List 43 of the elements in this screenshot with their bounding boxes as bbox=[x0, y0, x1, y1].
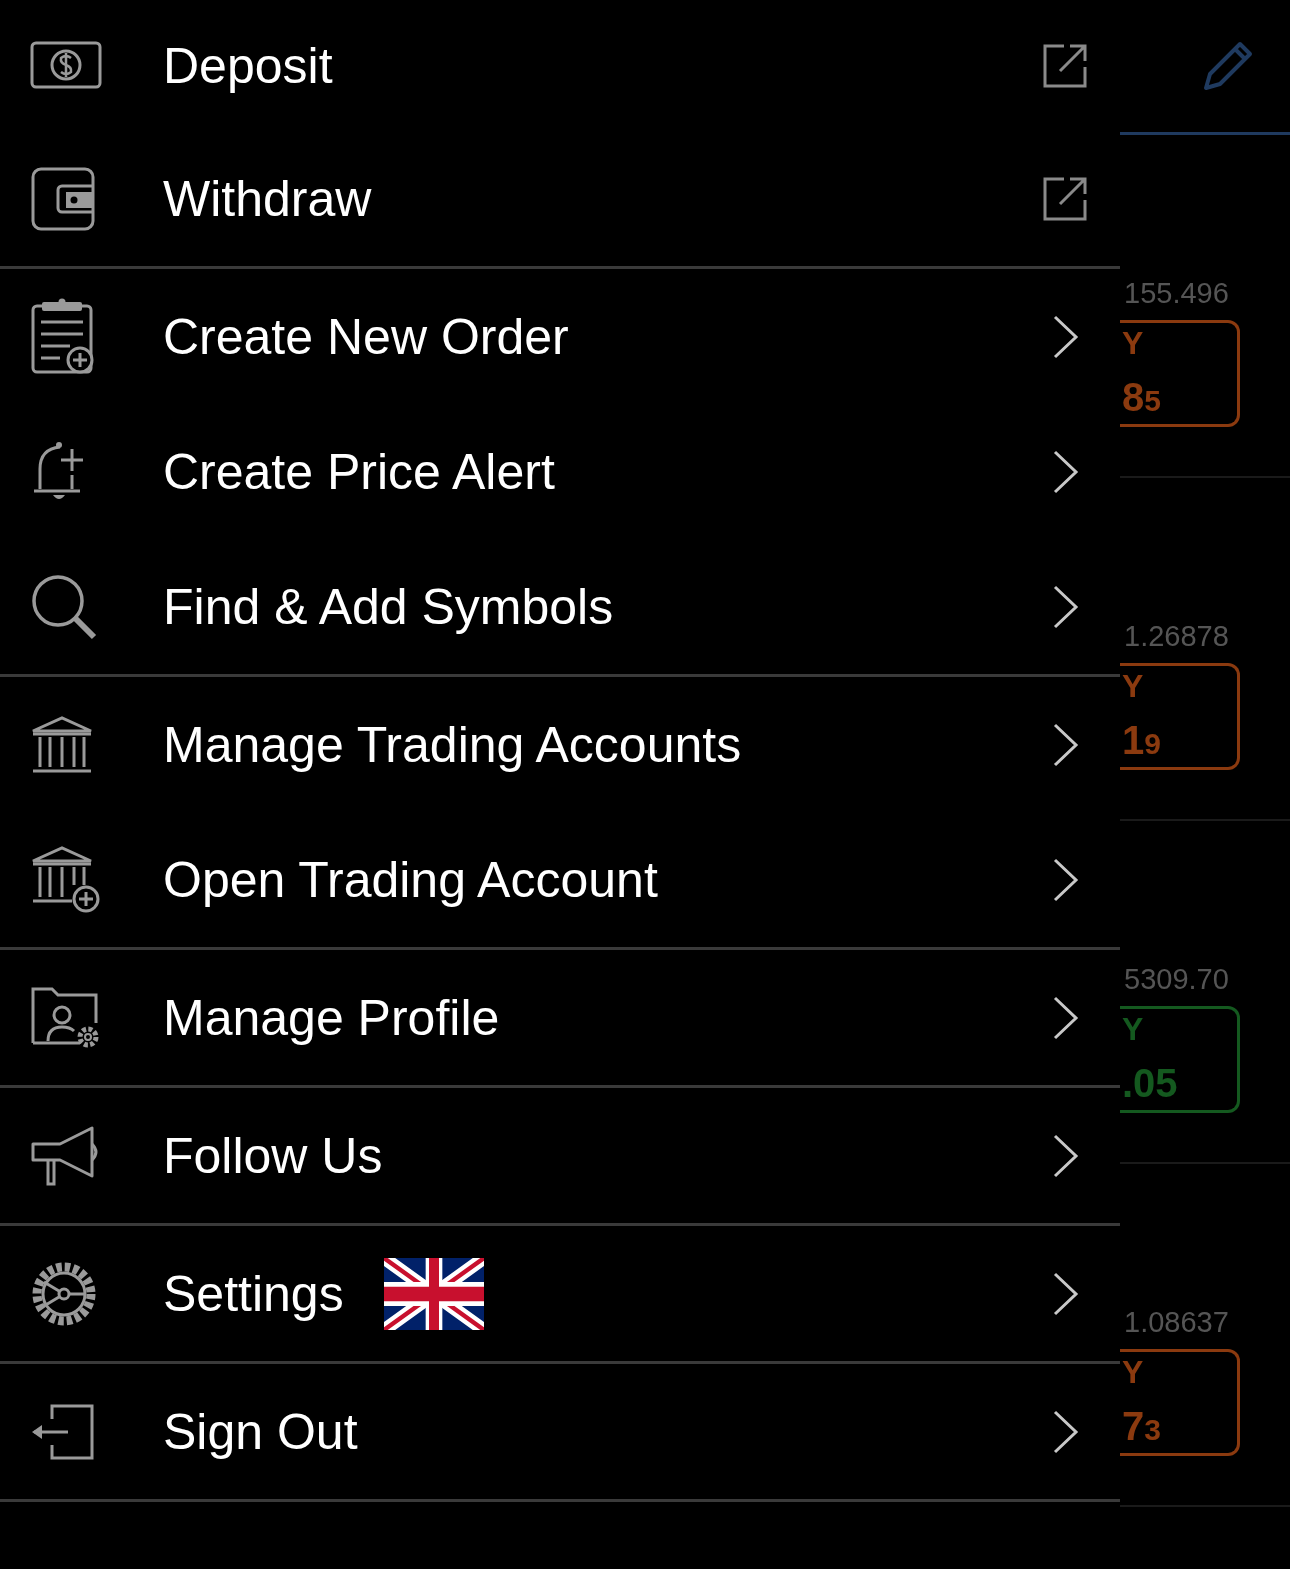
search-icon bbox=[30, 572, 98, 641]
chevron-right-icon bbox=[1052, 1408, 1080, 1455]
chevron-right-icon bbox=[1052, 1270, 1080, 1317]
quote-value: 19 bbox=[1122, 718, 1162, 763]
bank-plus-icon bbox=[30, 844, 102, 915]
quote-value: 85 bbox=[1122, 375, 1162, 420]
bank-icon bbox=[30, 714, 94, 775]
quote-price: 1.08637 bbox=[1123, 1306, 1230, 1339]
clipboard-plus-icon bbox=[30, 297, 96, 376]
menu-item[interactable]: Settings bbox=[0, 1226, 1120, 1361]
chevron-right-icon bbox=[1052, 448, 1080, 495]
quote-value: .05 bbox=[1122, 1061, 1179, 1106]
chevron-right-icon bbox=[1052, 583, 1080, 630]
quote-price: 5309.70 bbox=[1123, 963, 1230, 996]
menu-item[interactable]: Open Trading Account bbox=[0, 812, 1120, 947]
side-label: Y bbox=[1122, 325, 1145, 362]
menu-item[interactable]: Withdraw bbox=[0, 131, 1120, 266]
wallet-icon bbox=[30, 165, 96, 232]
side-label: Y bbox=[1122, 1011, 1145, 1048]
side-label: Y bbox=[1122, 668, 1145, 705]
external-link-icon bbox=[1042, 42, 1088, 89]
chevron-right-icon bbox=[1052, 721, 1080, 768]
sign-out-icon bbox=[30, 1402, 96, 1461]
menu-item[interactable]: Sign Out bbox=[0, 1364, 1120, 1499]
external-link-icon bbox=[1042, 175, 1088, 222]
menu-item[interactable]: Manage Profile bbox=[0, 950, 1120, 1085]
chevron-right-icon bbox=[1052, 313, 1080, 360]
pencil-icon[interactable] bbox=[1202, 40, 1254, 92]
menu-item[interactable]: Deposit bbox=[0, 0, 1120, 131]
quote-price: 155.496 bbox=[1123, 277, 1230, 310]
menu-item[interactable]: Follow Us bbox=[0, 1088, 1120, 1223]
menu-item[interactable]: Create New Order bbox=[0, 269, 1120, 404]
chevron-right-icon bbox=[1052, 1132, 1080, 1179]
chevron-right-icon bbox=[1052, 856, 1080, 903]
menu-item[interactable]: Create Price Alert bbox=[0, 404, 1120, 539]
quote-value: 73 bbox=[1122, 1404, 1162, 1449]
menu-item[interactable]: Find & Add Symbols bbox=[0, 539, 1120, 674]
side-label: Y bbox=[1122, 1354, 1145, 1391]
banknote-icon bbox=[30, 40, 102, 91]
union-jack-flag-icon bbox=[383, 1257, 484, 1330]
menu-item[interactable]: Manage Trading Accounts bbox=[0, 677, 1120, 812]
chevron-right-icon bbox=[1052, 994, 1080, 1041]
quote-price: 1.26878 bbox=[1123, 620, 1230, 653]
